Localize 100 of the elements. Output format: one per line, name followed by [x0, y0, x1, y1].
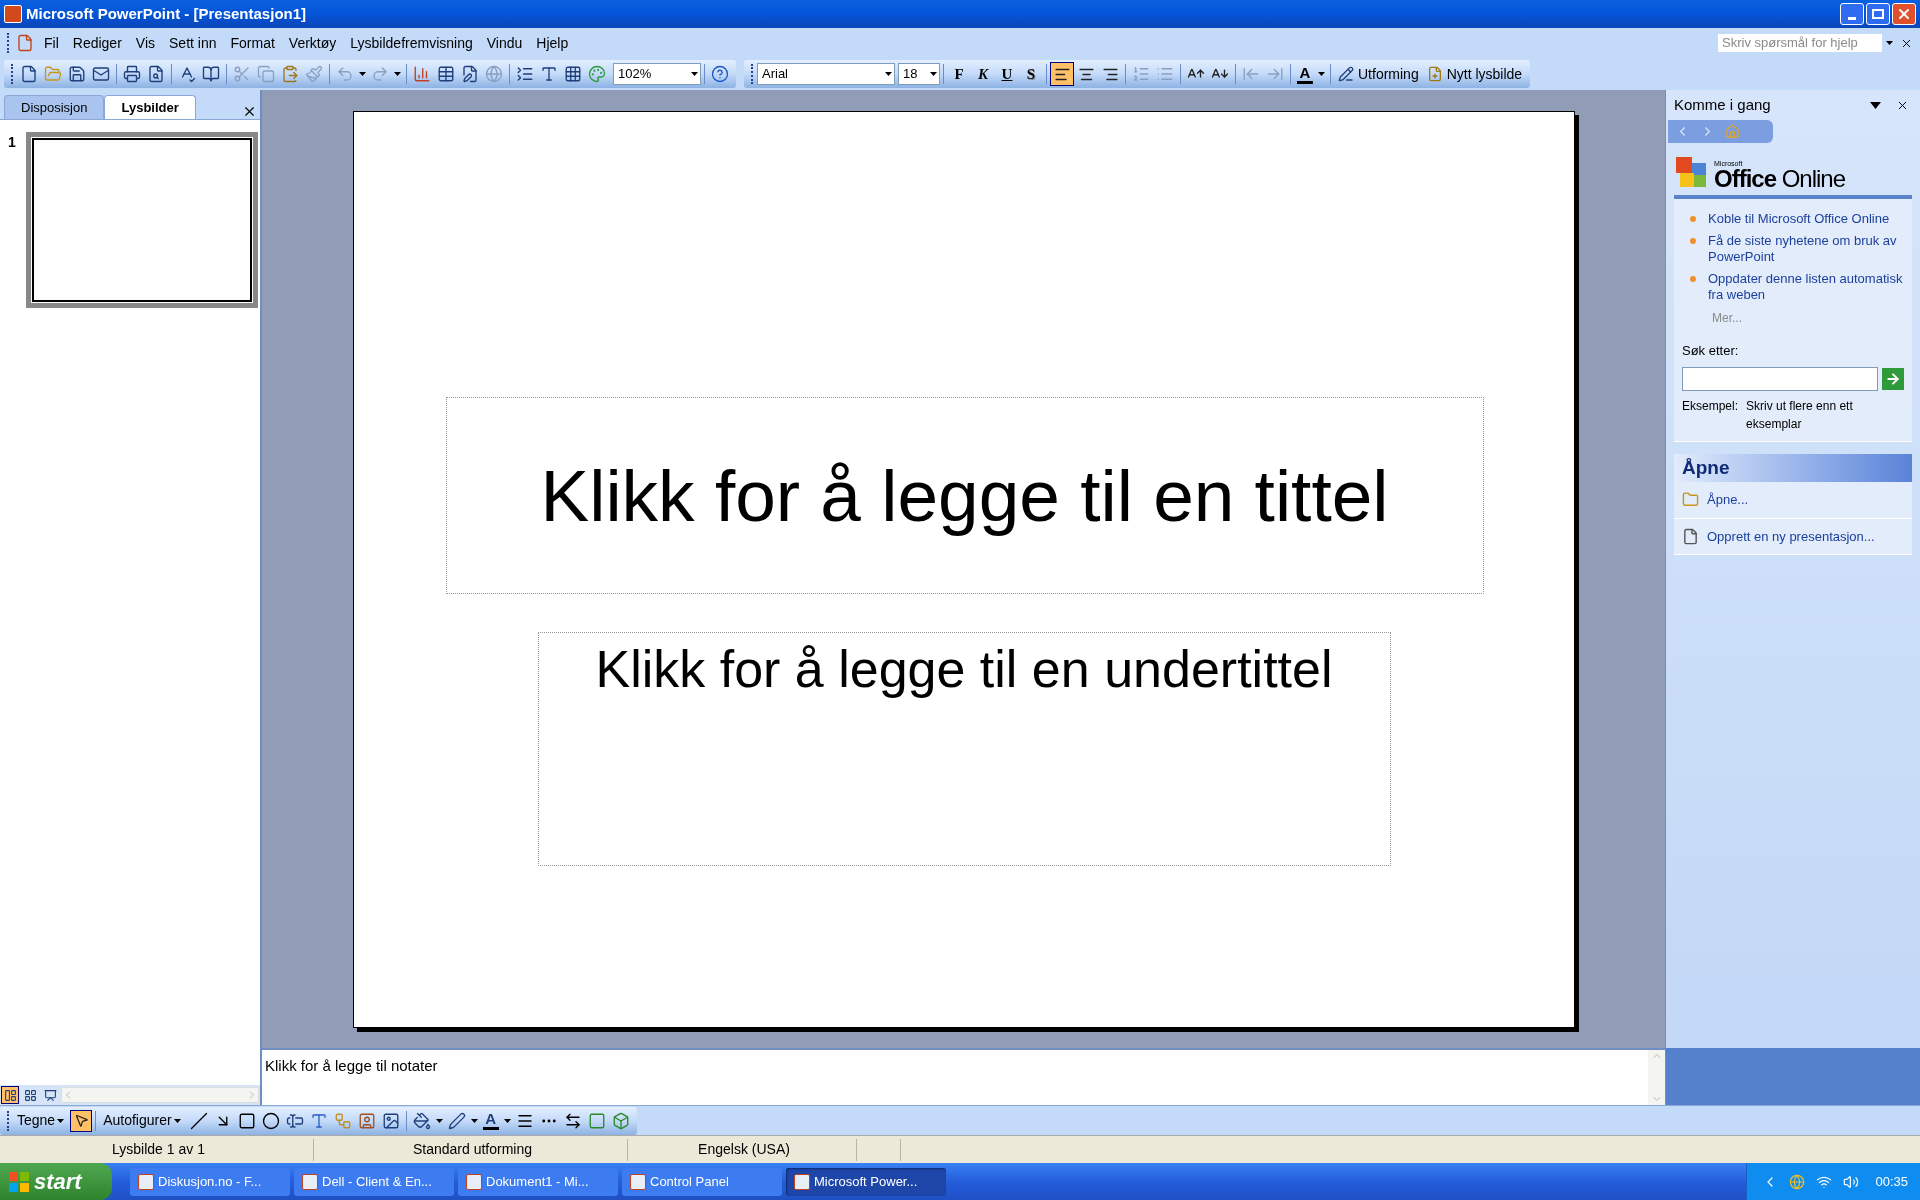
pencil-icon [1338, 66, 1354, 82]
go-button[interactable] [1882, 367, 1904, 390]
slide-thumbnail[interactable] [25, 132, 258, 308]
caret-icon[interactable] [470, 1118, 478, 1123]
task-pane-link[interactable]: Få de siste nyhetene om bruk av PowerPoint [1708, 233, 1904, 265]
close-icon [1896, 6, 1912, 22]
pane-tab[interactable]: Lysbilder [104, 95, 196, 119]
document-edit-icon[interactable] [461, 65, 479, 83]
caret-icon[interactable] [359, 72, 366, 76]
taskbar-button[interactable]: Diskusjon.no - F... [130, 1167, 290, 1196]
taskbar-button[interactable]: Microsoft Power... [786, 1167, 946, 1196]
menu-item[interactable]: Verktøy [281, 32, 344, 54]
underline-button[interactable]: U [995, 63, 1019, 85]
title-placeholder[interactable]: Klikk for å legge til en tittel [445, 396, 1484, 594]
search-field[interactable] [1682, 366, 1878, 391]
print-preview-icon[interactable] [147, 65, 165, 83]
font-color-button[interactable]: A [479, 1109, 502, 1132]
font-select[interactable]: Arial [757, 63, 895, 85]
bullet-icon [1690, 276, 1696, 282]
close-icon[interactable] [242, 104, 257, 119]
task-pane-link[interactable]: Koble til Microsoft Office Online [1708, 211, 1890, 227]
italic-button[interactable]: K [971, 63, 995, 85]
caret-icon[interactable] [1885, 41, 1893, 45]
menu-item[interactable]: Hjelp [529, 32, 576, 54]
autoshapes-button[interactable]: Autofigurer [99, 1110, 187, 1131]
printer-icon[interactable] [123, 65, 141, 83]
close-button[interactable] [1892, 3, 1916, 25]
example-label: Eksempel: [1682, 397, 1739, 415]
menu-item[interactable]: Fil [37, 32, 66, 54]
text-box-icon[interactable] [285, 1111, 304, 1130]
wordart-icon[interactable] [309, 1111, 328, 1130]
font-size-select[interactable]: 18 [898, 63, 940, 85]
help-search-field[interactable]: Skriv spørsmål for hjelp [1717, 33, 1897, 53]
book-icon[interactable] [202, 65, 220, 83]
speaker-icon[interactable] [1843, 1173, 1860, 1190]
windows-flag-icon [8, 1170, 30, 1193]
outline-icon[interactable] [516, 65, 534, 83]
caret-icon[interactable] [503, 1118, 511, 1123]
mail-icon[interactable] [92, 65, 110, 83]
app-icon [302, 1173, 318, 1190]
document-icon[interactable] [16, 34, 34, 52]
shadow-icon[interactable] [587, 1111, 606, 1130]
caret-icon[interactable] [394, 72, 401, 76]
font-color-button[interactable]: A [1294, 63, 1316, 85]
task-pane-title: Komme i gang [1674, 94, 1772, 115]
fill-color-icon[interactable] [412, 1111, 431, 1130]
caret-icon[interactable] [930, 72, 937, 76]
menu-item[interactable]: Vindu [479, 32, 530, 54]
save-icon[interactable] [68, 65, 86, 83]
start-button[interactable]: start [0, 1163, 112, 1200]
oval-icon[interactable] [261, 1111, 280, 1130]
line-color-icon[interactable] [447, 1111, 466, 1130]
notes-pane[interactable]: Klikk for å legge til notater [262, 1048, 1665, 1105]
shadow-button[interactable]: S [1019, 63, 1043, 85]
restore-button[interactable] [1866, 3, 1890, 25]
menu-item[interactable]: Sett inn [162, 32, 224, 54]
design-button[interactable]: Utforming [1334, 62, 1423, 86]
pointer-icon[interactable] [73, 1113, 89, 1128]
caret-icon[interactable] [57, 1118, 65, 1123]
arrow-style-icon[interactable] [563, 1111, 582, 1130]
help-icon[interactable] [711, 65, 729, 83]
draw-menu-button[interactable]: Tegne [13, 1110, 71, 1131]
pane-tab[interactable]: Disposisjon [4, 95, 105, 119]
paste-icon[interactable] [281, 65, 299, 83]
example-text: Skriv ut flere enn ett eksemplar [1746, 397, 1854, 433]
new-file-icon[interactable] [20, 65, 38, 83]
caret-icon[interactable] [435, 1118, 443, 1123]
dropdown-icon[interactable] [1870, 101, 1881, 109]
caret-icon[interactable] [1318, 72, 1325, 76]
normal-view-button[interactable] [1, 1086, 19, 1104]
notes-placeholder-text: Klikk for å legge til notater [264, 1056, 439, 1076]
table-icon[interactable] [437, 65, 455, 83]
caret-icon[interactable] [691, 72, 698, 76]
chart-icon[interactable] [413, 65, 431, 83]
align-left-button[interactable] [1050, 62, 1074, 86]
minimize-button[interactable] [1840, 3, 1864, 25]
caret-icon[interactable] [173, 1118, 181, 1123]
picture-icon[interactable] [381, 1111, 400, 1130]
menu-item[interactable]: Vis [128, 32, 162, 54]
menu-item[interactable]: Rediger [65, 32, 129, 54]
line-icon[interactable] [189, 1111, 208, 1130]
rectangle-icon[interactable] [237, 1111, 256, 1130]
new-slide-button[interactable]: Nytt lysbilde [1422, 62, 1527, 86]
task-pane-link[interactable]: Opprett en ny presentasjon... [1707, 526, 1875, 546]
zoom-select[interactable]: 102% [613, 63, 701, 85]
menu-item[interactable]: Format [223, 32, 282, 54]
task-pane-link[interactable]: Åpne... [1707, 490, 1749, 510]
cube-icon[interactable] [611, 1111, 630, 1130]
color-icon[interactable] [588, 65, 606, 83]
bold-button[interactable]: F [947, 63, 971, 85]
subtitle-placeholder[interactable]: Klikk for å legge til en undertittel [537, 631, 1391, 866]
grid-icon[interactable] [564, 65, 582, 83]
status-text: Standard utforming [318, 1138, 628, 1161]
office-online-logo: Office Online [1714, 167, 1846, 191]
taskbar-button[interactable]: Dokument1 - Mi... [458, 1167, 618, 1196]
caret-icon[interactable] [885, 72, 892, 76]
taskbar-button[interactable]: Control Panel [622, 1167, 782, 1196]
task-pane-link[interactable]: Oppdater denne listen automatisk fra weben [1708, 271, 1904, 303]
menu-item[interactable]: Lysbildefremvisning [343, 32, 480, 54]
taskbar-button[interactable]: Dell - Client & En... [294, 1167, 454, 1196]
